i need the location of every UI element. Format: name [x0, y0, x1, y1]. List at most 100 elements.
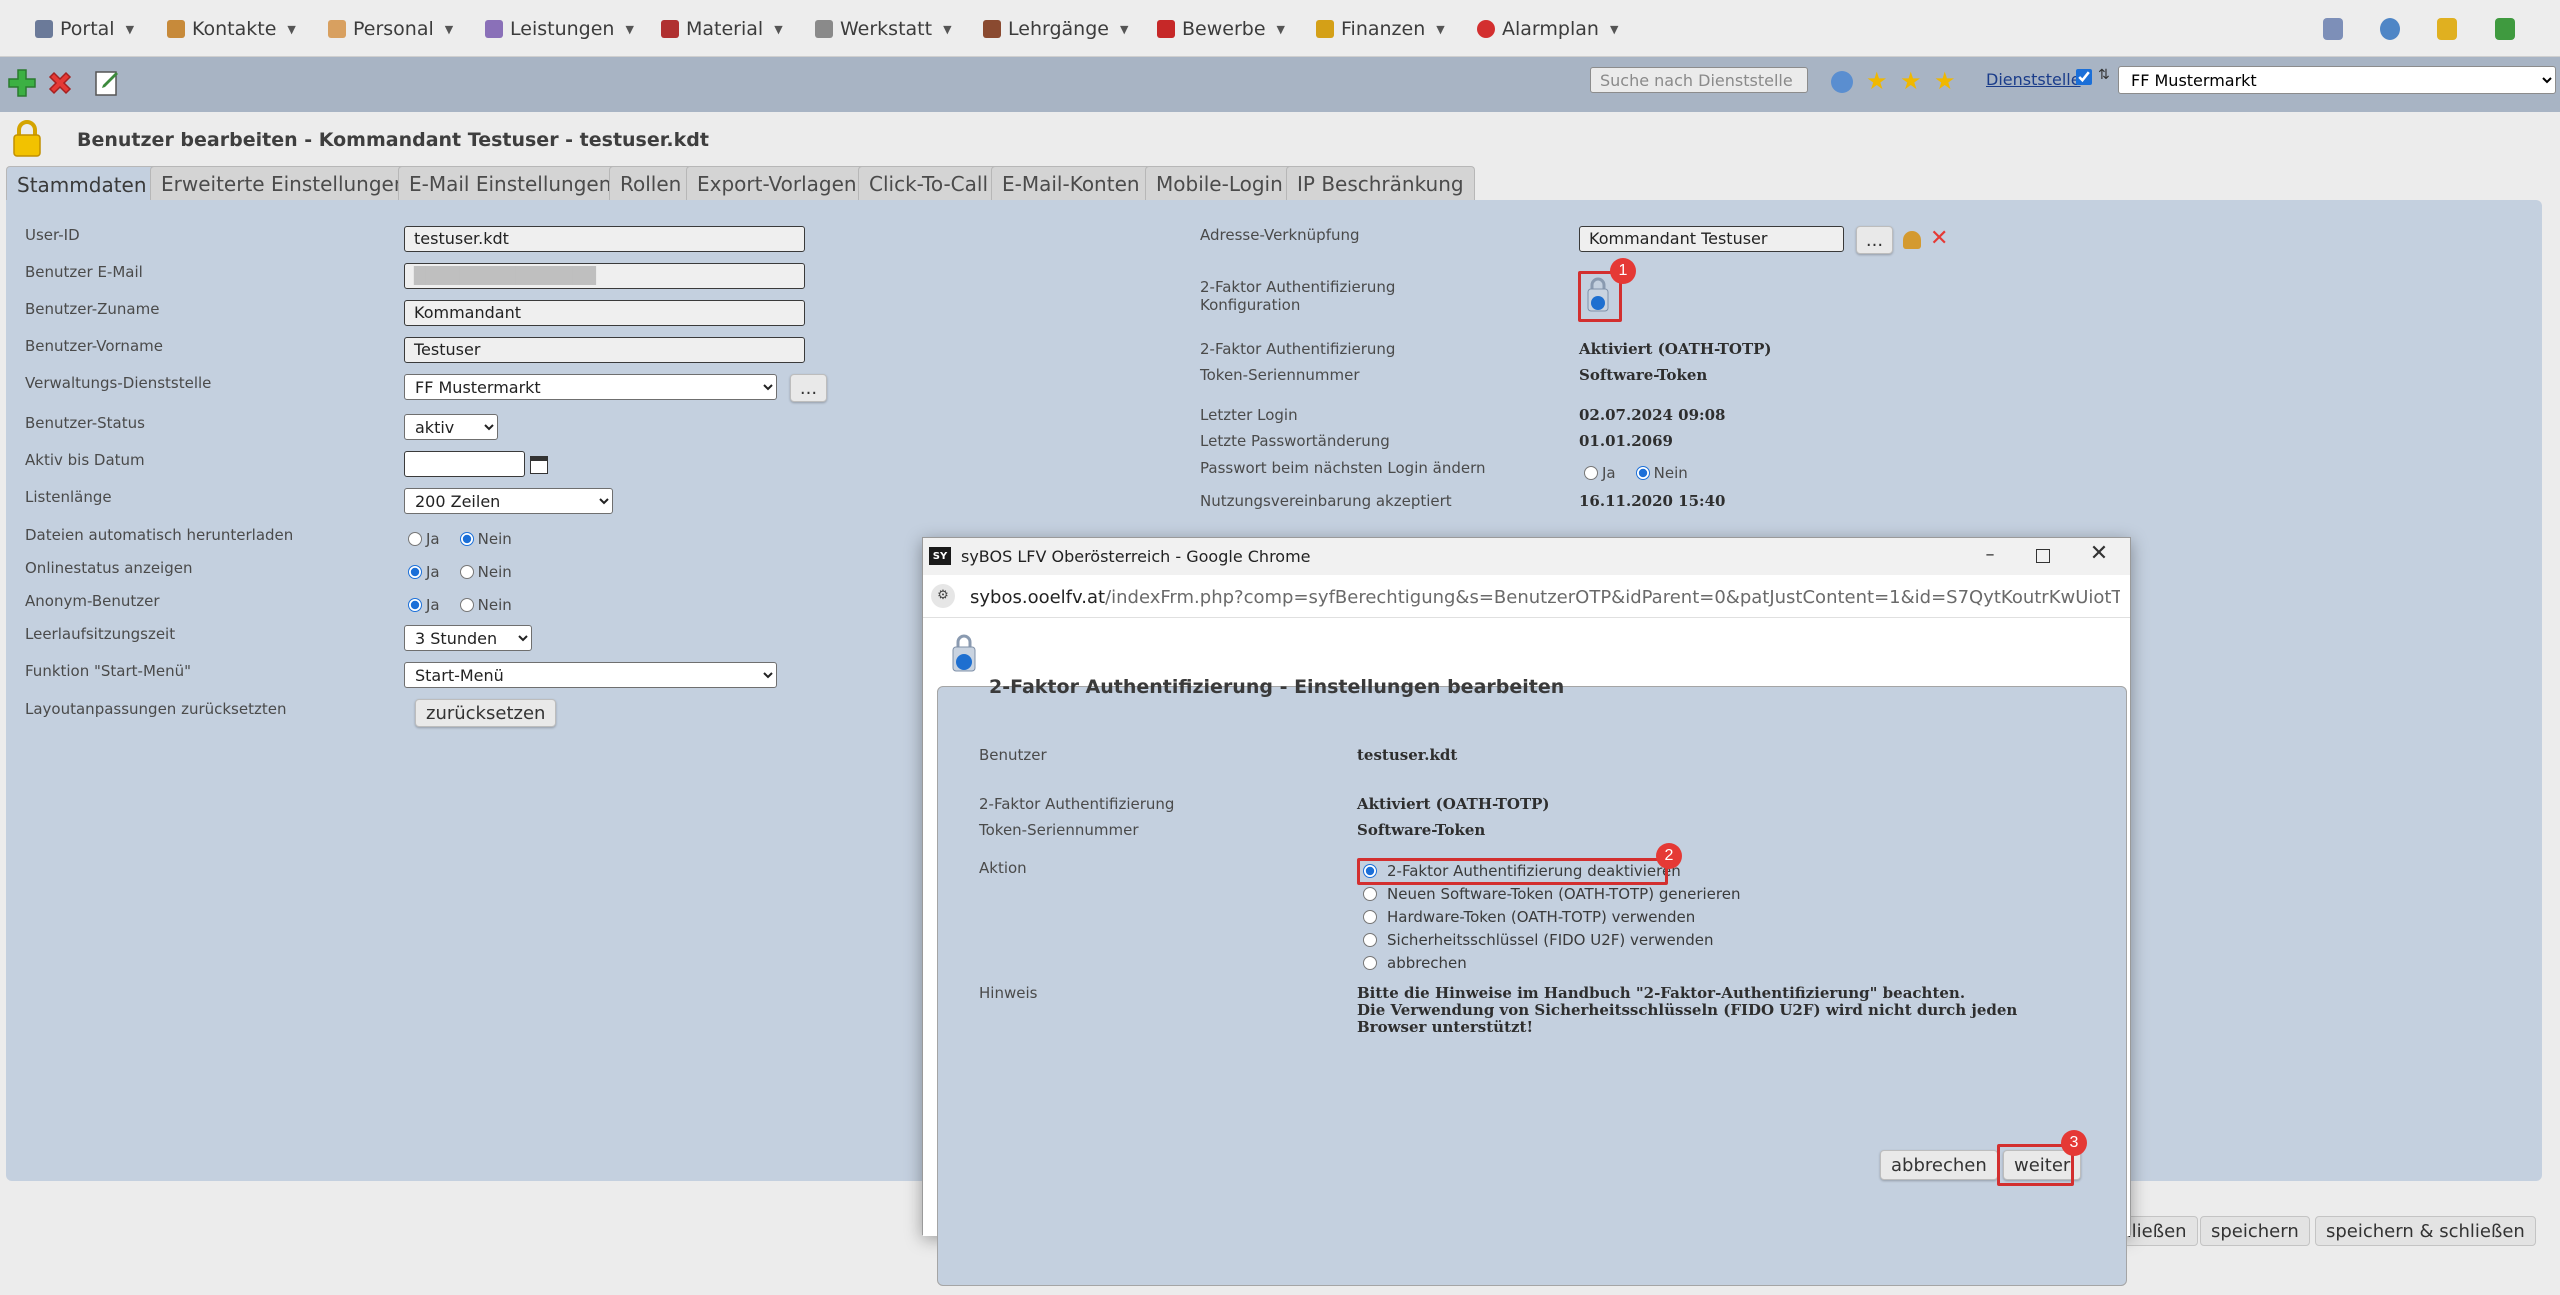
menu-lehrgaenge[interactable]: Lehrgänge ▼	[983, 16, 1128, 42]
popup-titlebar: SY syBOS LFV Oberösterreich - Google Chr…	[923, 538, 2130, 575]
anonym-ja-option[interactable]: Ja	[408, 596, 440, 614]
tab-click-to-call[interactable]: Click-To-Call	[858, 166, 1000, 200]
menu-material[interactable]: Material ▼	[661, 16, 783, 42]
dateien-nein-option[interactable]: Nein	[459, 530, 512, 548]
book-icon[interactable]	[2437, 18, 2457, 40]
coins-icon	[1316, 20, 1334, 38]
email-field[interactable]: ████████████████	[404, 263, 805, 289]
chevron-down-icon: ▼	[287, 22, 296, 36]
tab-erweiterte-einstellungen[interactable]: Erweiterte Einstellungen	[150, 166, 418, 200]
popup-cancel-button[interactable]: abbrechen	[1880, 1150, 1998, 1180]
aktion-new-software-token-option[interactable]: Neuen Software-Token (OATH-TOTP) generie…	[1363, 885, 1740, 903]
menu-personal[interactable]: Personal ▼	[328, 16, 453, 42]
tab-email-konten[interactable]: E-Mail-Konten	[991, 166, 1151, 200]
edit-icon[interactable]	[92, 67, 124, 99]
tab-stammdaten[interactable]: Stammdaten	[6, 166, 158, 202]
pw-change-ja-radio[interactable]	[1584, 466, 1598, 480]
add-icon[interactable]	[6, 67, 38, 99]
aktion-fido-radio[interactable]	[1363, 933, 1377, 947]
remove-link-icon[interactable]: ✕	[1930, 226, 1948, 252]
menu-werkstatt[interactable]: Werkstatt ▼	[815, 16, 952, 42]
alarm-icon	[1477, 20, 1495, 38]
tab-mobile-login[interactable]: Mobile-Login	[1145, 166, 1294, 200]
dienststelle-select[interactable]: FF Mustermarkt	[2118, 66, 2556, 94]
menu-kontakte[interactable]: Kontakte ▼	[167, 16, 296, 42]
highlight-box-2	[1357, 858, 1668, 885]
radio-label: Ja	[426, 596, 440, 614]
minimize-icon[interactable]: –	[1978, 544, 2002, 568]
tab-email-einstellungen[interactable]: E-Mail Einstellungen	[398, 166, 623, 200]
anonym-nein-radio[interactable]	[459, 598, 474, 612]
pw-change-ja-option[interactable]: Ja	[1584, 464, 1616, 482]
anonym-ja-radio[interactable]	[408, 598, 422, 612]
search-input[interactable]	[1590, 67, 1808, 93]
anonym-nein-option[interactable]: Nein	[459, 596, 512, 614]
dienststelle-browse-button[interactable]: ...	[790, 374, 827, 402]
info-icon[interactable]	[2380, 18, 2400, 40]
aktion-new-software-token-radio[interactable]	[1363, 887, 1377, 901]
maximize-icon[interactable]	[2036, 549, 2050, 563]
dienststelle-link[interactable]: Dienststelle	[1986, 70, 2081, 89]
close-icon[interactable]: ✕	[2087, 541, 2111, 569]
chevron-down-icon: ▼	[943, 22, 952, 36]
chevron-down-icon: ▼	[1276, 22, 1285, 36]
vorname-field[interactable]: Testuser	[404, 337, 805, 363]
pw-change-nein-option[interactable]: Nein	[1635, 464, 1688, 482]
favorite-star-icon[interactable]: ★	[1900, 69, 1922, 93]
onlinestatus-nein-radio[interactable]	[459, 565, 474, 579]
menu-finanzen[interactable]: Finanzen ▼	[1316, 16, 1445, 42]
menu-label: Bewerbe	[1182, 18, 1266, 40]
aktion-cancel-option[interactable]: abbrechen	[1363, 954, 1467, 972]
user-id-field[interactable]: testuser.kdt	[404, 226, 805, 252]
adresse-field[interactable]: Kommandant Testuser	[1579, 226, 1844, 252]
aktion-hardware-token-option[interactable]: Hardware-Token (OATH-TOTP) verwenden	[1363, 908, 1695, 926]
onlinestatus-nein-option[interactable]: Nein	[459, 563, 512, 581]
dateien-nein-radio[interactable]	[459, 532, 474, 546]
dienststelle-checkbox[interactable]	[2076, 69, 2092, 85]
tab-export-vorlagen[interactable]: Export-Vorlagen	[686, 166, 868, 200]
status-label: Benutzer-Status	[25, 414, 145, 432]
home-icon[interactable]	[1831, 71, 1853, 93]
popup-twofa-value: Aktiviert (OATH-TOTP)	[1357, 795, 1550, 813]
tab-ip-beschraenkung[interactable]: IP Beschränkung	[1286, 166, 1475, 200]
popup-url[interactable]: sybos.ooelfv.at/indexFrm.php?comp=syfBer…	[970, 587, 2120, 608]
pw-change-nein-radio[interactable]	[1635, 466, 1650, 480]
adresse-browse-button[interactable]: ...	[1856, 226, 1893, 254]
site-settings-icon[interactable]: ⚙	[931, 584, 955, 608]
aktion-cancel-radio[interactable]	[1363, 956, 1377, 970]
menu-bewerbe[interactable]: Bewerbe ▼	[1157, 16, 1285, 42]
aktion-hardware-token-radio[interactable]	[1363, 910, 1377, 924]
onlinestatus-ja-radio[interactable]	[408, 565, 422, 579]
dateien-ja-option[interactable]: Ja	[408, 530, 440, 548]
users-icon[interactable]	[2323, 18, 2343, 40]
leistungen-icon	[485, 20, 503, 38]
listenlaenge-select[interactable]: 200 Zeilen	[404, 488, 613, 514]
radio-label: Nein	[477, 530, 512, 548]
calendar-icon[interactable]	[530, 456, 548, 474]
favorite-star-icon[interactable]: ★	[1934, 69, 1956, 93]
status-select[interactable]: aktiv	[404, 414, 498, 440]
reset-layout-button[interactable]: zurücksetzen	[415, 699, 557, 727]
aktion-fido-option[interactable]: Sicherheitsschlüssel (FIDO U2F) verwende…	[1363, 931, 1714, 949]
tab-rollen[interactable]: Rollen	[609, 166, 693, 200]
startmenu-select[interactable]: Start-Menü	[404, 662, 777, 688]
onlinestatus-ja-option[interactable]: Ja	[408, 563, 440, 581]
menu-leistungen[interactable]: Leistungen ▼	[485, 16, 634, 42]
save-close-button[interactable]: speichern & schließen	[2315, 1216, 2536, 1246]
lehrgaenge-icon	[983, 20, 1001, 38]
aktiv-bis-field[interactable]	[404, 451, 525, 477]
menu-portal[interactable]: Portal ▼	[35, 16, 134, 42]
menu-label: Leistungen	[510, 18, 615, 40]
user-link-icon[interactable]	[1903, 231, 1921, 249]
dienststelle-field[interactable]: FF Mustermarkt	[404, 374, 777, 400]
user-id-label: User-ID	[25, 226, 80, 244]
leerlauf-select[interactable]: 3 Stunden	[404, 625, 532, 651]
save-button[interactable]: speichern	[2200, 1216, 2310, 1246]
dateien-ja-radio[interactable]	[408, 532, 422, 546]
favorite-star-icon[interactable]: ★	[1866, 69, 1888, 93]
zuname-field[interactable]: Kommandant	[404, 300, 805, 326]
delete-icon[interactable]	[44, 67, 76, 99]
logout-icon[interactable]	[2495, 18, 2515, 40]
chevron-down-icon: ▼	[625, 22, 634, 36]
menu-alarmplan[interactable]: Alarmplan ▼	[1477, 16, 1618, 42]
